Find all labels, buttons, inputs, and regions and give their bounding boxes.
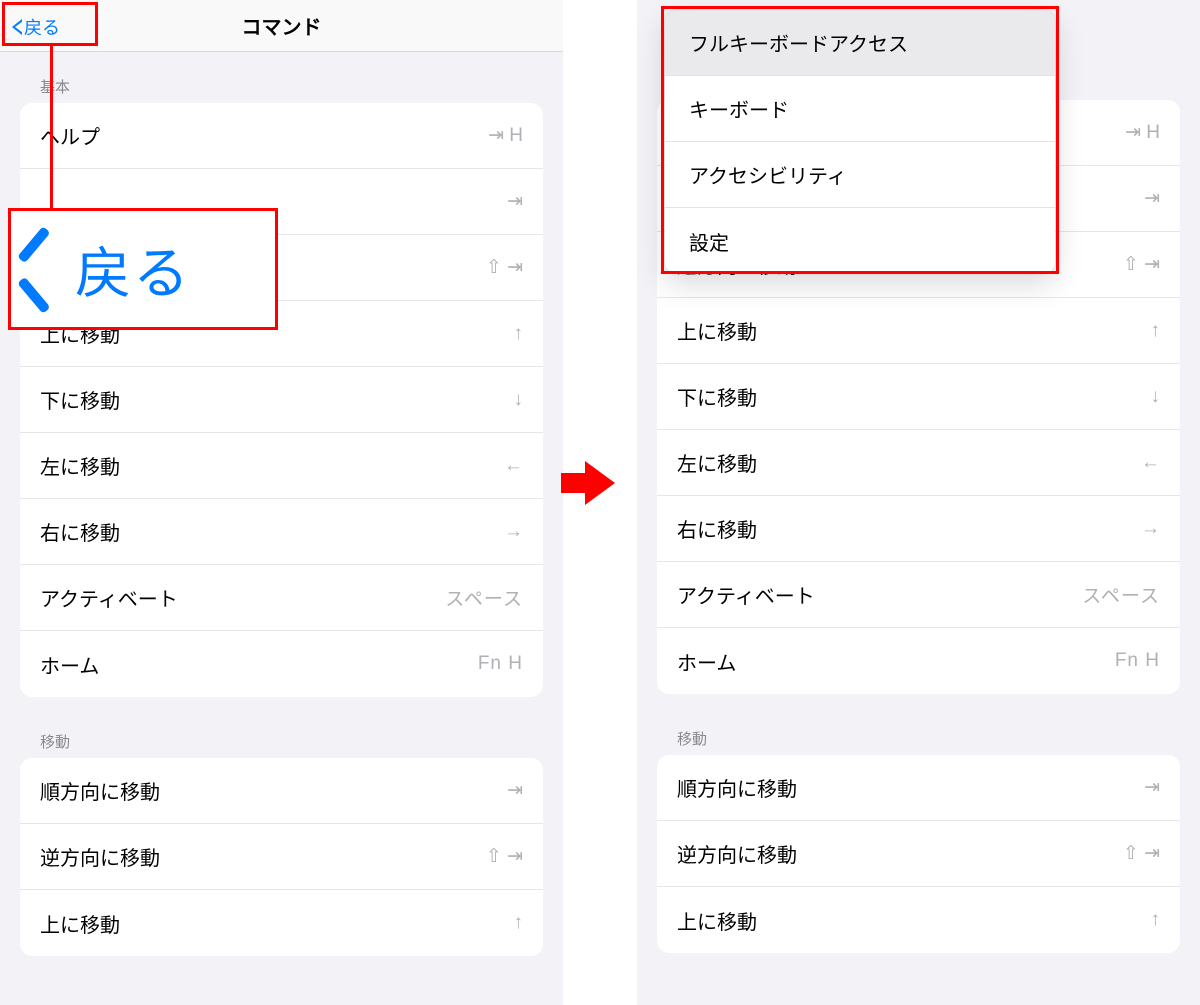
row-shortcut: ← bbox=[504, 455, 523, 477]
right-pane: フルキーボードアクセスキーボードアクセシビリティ設定 ⇥ H ⇥ 逆方向に移動 ⇧ ⇥… bbox=[637, 0, 1200, 1005]
basic-row[interactable]: アクティベート スペース bbox=[20, 565, 543, 631]
row-shortcut: スペース bbox=[1082, 581, 1160, 608]
basic-row[interactable]: 左に移動 ← bbox=[20, 433, 543, 499]
popover-item[interactable]: アクセシビリティ bbox=[665, 142, 1055, 208]
row-label: 上に移動 bbox=[40, 909, 120, 938]
page-title: コマンド bbox=[0, 11, 563, 40]
move-group: 順方向に移動 ⇥ 逆方向に移動 ⇧ ⇥ 上に移動 ↑ bbox=[657, 755, 1180, 953]
move-row[interactable]: 上に移動 ↑ bbox=[657, 887, 1180, 953]
row-shortcut: Fn H bbox=[478, 653, 523, 675]
row-shortcut: ← bbox=[1141, 452, 1160, 474]
row-label: ヘルプ bbox=[40, 121, 100, 150]
row-shortcut: ⇧ ⇥ bbox=[486, 256, 523, 279]
row-shortcut: スペース bbox=[445, 584, 523, 611]
basic-row[interactable]: 左に移動 ← bbox=[657, 430, 1180, 496]
row-label: ホーム bbox=[677, 647, 736, 676]
back-button-label: 戻る bbox=[24, 14, 60, 40]
basic-row[interactable]: ⇥ bbox=[20, 169, 543, 235]
popover-item[interactable]: キーボード bbox=[665, 76, 1055, 142]
basic-row[interactable]: 右に移動 → bbox=[657, 496, 1180, 562]
arrow-right-icon bbox=[585, 461, 615, 505]
section-header-move: 移動 bbox=[0, 707, 563, 758]
transition-arrow-container bbox=[563, 0, 637, 1005]
row-label: 下に移動 bbox=[677, 382, 757, 411]
basic-row[interactable]: アクティベート スペース bbox=[657, 562, 1180, 628]
section-header-move: 移動 bbox=[637, 704, 1200, 755]
popover-item[interactable]: フルキーボードアクセス bbox=[665, 10, 1055, 76]
row-label: ホーム bbox=[40, 650, 99, 679]
row-shortcut: → bbox=[504, 521, 523, 543]
row-label: アクティベート bbox=[677, 580, 815, 609]
basic-row[interactable]: 右に移動 → bbox=[20, 499, 543, 565]
basic-row[interactable]: 上に移動 ↑ bbox=[20, 301, 543, 367]
row-label: 逆方向に移動 bbox=[40, 842, 160, 871]
basic-row[interactable]: 下に移動 ↓ bbox=[657, 364, 1180, 430]
back-button[interactable]: 戻る bbox=[8, 12, 68, 42]
row-shortcut: ↑ bbox=[1151, 909, 1161, 931]
back-history-popover: フルキーボードアクセスキーボードアクセシビリティ設定 bbox=[665, 10, 1055, 274]
row-label: 右に移動 bbox=[677, 514, 757, 543]
row-shortcut: ↑ bbox=[514, 323, 524, 345]
basic-row[interactable]: ヘルプ ⇥ H bbox=[20, 103, 543, 169]
basic-row[interactable]: 上に移動 ↑ bbox=[657, 298, 1180, 364]
popover-item[interactable]: 設定 bbox=[665, 208, 1055, 274]
row-shortcut: ⇥ bbox=[507, 190, 523, 213]
row-shortcut: → bbox=[1141, 518, 1160, 540]
move-group: 順方向に移動 ⇥ 逆方向に移動 ⇧ ⇥ 上に移動 ↑ bbox=[20, 758, 543, 956]
row-shortcut: ↓ bbox=[1151, 386, 1161, 408]
basic-row[interactable]: ホーム Fn H bbox=[20, 631, 543, 697]
move-row[interactable]: 逆方向に移動 ⇧ ⇥ bbox=[20, 824, 543, 890]
row-shortcut: ↑ bbox=[1151, 320, 1161, 342]
basic-row[interactable]: ⇧ ⇥ bbox=[20, 235, 543, 301]
row-shortcut: ⇥ H bbox=[1125, 121, 1160, 144]
section-header-basic: 基本 bbox=[0, 52, 563, 103]
chevron-left-icon bbox=[12, 19, 22, 35]
annotation-connector bbox=[50, 46, 53, 210]
row-label: 順方向に移動 bbox=[677, 773, 797, 802]
row-shortcut: ⇥ bbox=[507, 779, 523, 802]
row-shortcut: ↓ bbox=[514, 389, 524, 411]
basic-row[interactable]: 下に移動 ↓ bbox=[20, 367, 543, 433]
move-row[interactable]: 逆方向に移動 ⇧ ⇥ bbox=[657, 821, 1180, 887]
row-label: 左に移動 bbox=[677, 448, 757, 477]
row-label: 下に移動 bbox=[40, 385, 120, 414]
move-row[interactable]: 上に移動 ↑ bbox=[20, 890, 543, 956]
row-shortcut: ⇧ ⇥ bbox=[486, 845, 523, 868]
left-pane: 戻る コマンド 戻る 基本 ヘルプ ⇥ H ⇥ ⇧ ⇥ 上に移動 ↑ 下に移動 ↓ 左に移動 ← 右… bbox=[0, 0, 563, 1005]
row-label: 上に移動 bbox=[677, 316, 757, 345]
row-label: 逆方向に移動 bbox=[677, 839, 797, 868]
row-label: 上に移動 bbox=[677, 906, 757, 935]
row-shortcut: ↑ bbox=[514, 912, 524, 934]
row-shortcut: ⇧ ⇥ bbox=[1123, 253, 1160, 276]
basic-row[interactable]: ホーム Fn H bbox=[657, 628, 1180, 694]
basic-group: ヘルプ ⇥ H ⇥ ⇧ ⇥ 上に移動 ↑ 下に移動 ↓ 左に移動 ← 右に移動 → アクティベート スペー… bbox=[20, 103, 543, 697]
row-label: 上に移動 bbox=[40, 319, 120, 348]
row-label: 順方向に移動 bbox=[40, 776, 160, 805]
row-label: 左に移動 bbox=[40, 451, 120, 480]
row-shortcut: ⇥ H bbox=[488, 124, 523, 147]
row-shortcut: ⇥ bbox=[1144, 187, 1160, 210]
row-label: 右に移動 bbox=[40, 517, 120, 546]
row-label: アクティベート bbox=[40, 583, 178, 612]
navbar: 戻る コマンド bbox=[0, 0, 563, 52]
row-shortcut: ⇥ bbox=[1144, 776, 1160, 799]
move-row[interactable]: 順方向に移動 ⇥ bbox=[20, 758, 543, 824]
move-row[interactable]: 順方向に移動 ⇥ bbox=[657, 755, 1180, 821]
row-shortcut: ⇧ ⇥ bbox=[1123, 842, 1160, 865]
row-shortcut: Fn H bbox=[1115, 650, 1160, 672]
